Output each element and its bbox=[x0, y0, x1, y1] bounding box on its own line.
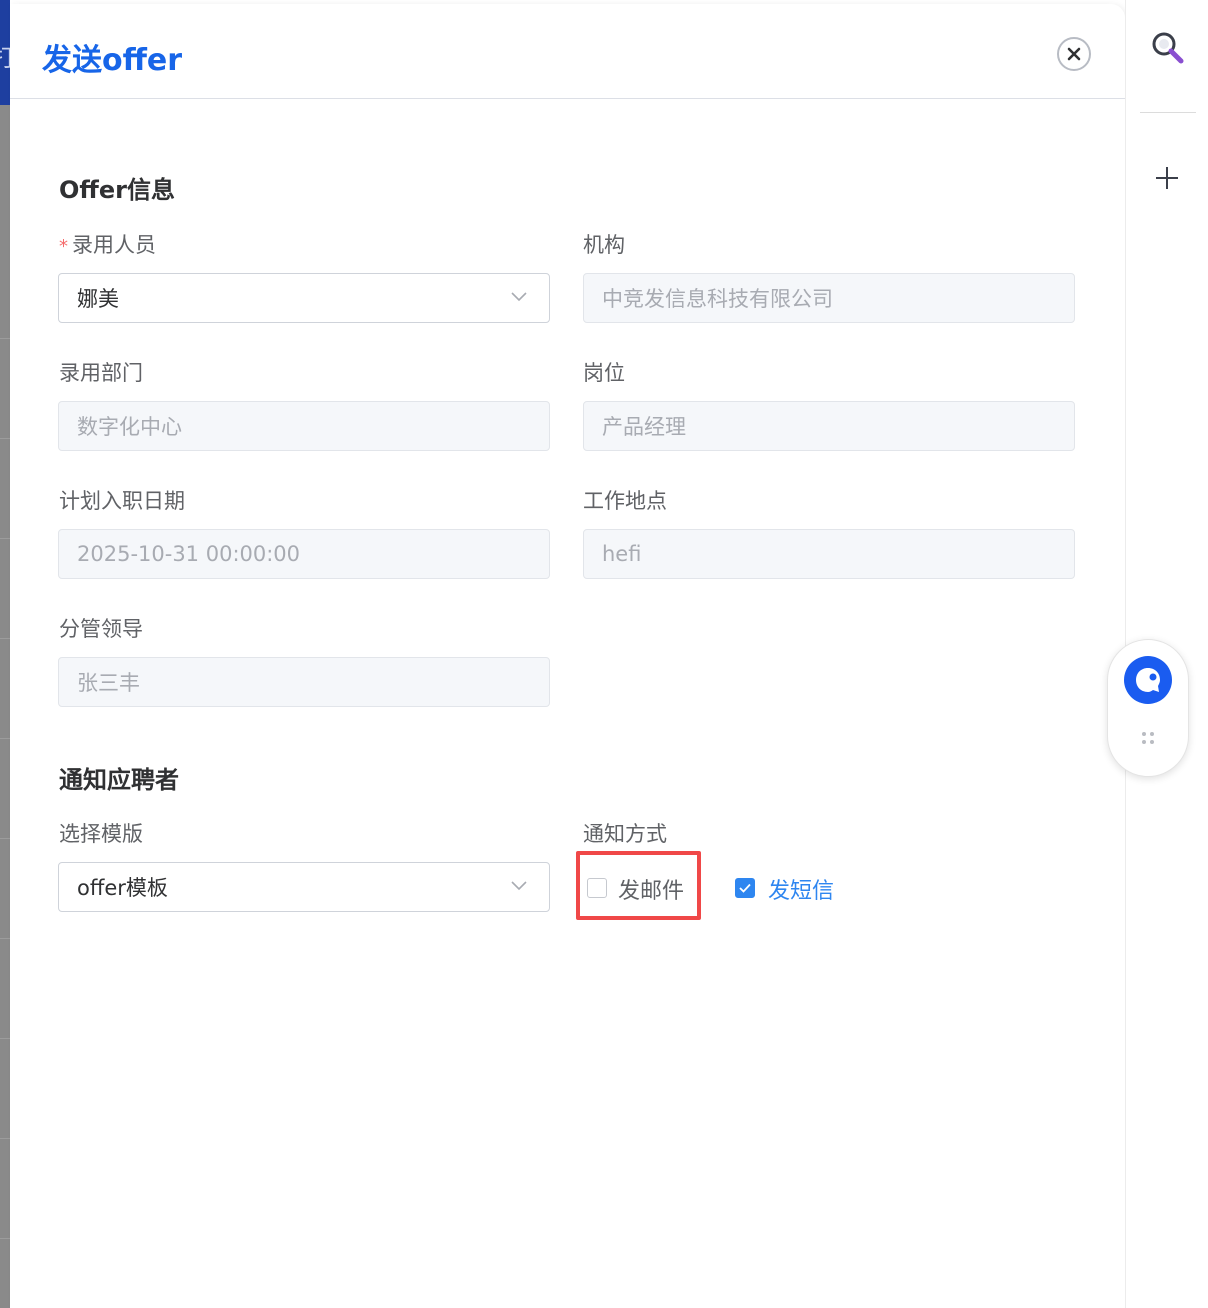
template-label: 选择模版 bbox=[59, 822, 143, 846]
position-field: 产品经理 bbox=[583, 401, 1075, 451]
check-icon bbox=[739, 883, 751, 893]
organization-field: 中竞发信息科技有限公司 bbox=[583, 273, 1075, 323]
drawer-header: 发送offer bbox=[10, 4, 1125, 99]
chevron-down-icon bbox=[511, 292, 527, 302]
background-header-text: 打 bbox=[0, 38, 10, 73]
leader-label: 分管领导 bbox=[59, 617, 143, 641]
offer-section-title: Offer信息 bbox=[59, 176, 175, 204]
hire-person-select[interactable]: 娜美 bbox=[58, 273, 550, 323]
notify-section-title: 通知应聘者 bbox=[59, 766, 179, 794]
notify-method-label: 通知方式 bbox=[583, 822, 667, 846]
organization-value: 中竞发信息科技有限公司 bbox=[602, 287, 833, 311]
background-row-divider bbox=[0, 538, 10, 539]
leader-field: 张三丰 bbox=[58, 657, 550, 707]
email-checkbox-label[interactable]: 发邮件 bbox=[618, 873, 684, 905]
background-row-divider bbox=[0, 338, 10, 339]
background-row-divider bbox=[0, 1238, 10, 1239]
sms-checkbox-label[interactable]: 发短信 bbox=[768, 873, 834, 905]
background-row-divider bbox=[0, 1038, 10, 1039]
background-app-header: 打 bbox=[0, 0, 10, 105]
organization-label: 机构 bbox=[583, 233, 625, 257]
assistant-logo-icon[interactable] bbox=[1124, 656, 1172, 704]
entry-date-label: 计划入职日期 bbox=[59, 489, 185, 513]
background-row-divider bbox=[0, 638, 10, 639]
entry-date-value: 2025-10-31 00:00:00 bbox=[77, 542, 301, 566]
background-row-divider bbox=[0, 438, 10, 439]
chat-bubble-icon bbox=[1136, 668, 1160, 692]
chevron-down-icon bbox=[511, 881, 527, 891]
background-app-edge bbox=[0, 0, 10, 1308]
background-row-divider bbox=[0, 838, 10, 839]
work-location-label: 工作地点 bbox=[583, 489, 667, 513]
search-icon[interactable] bbox=[1150, 30, 1186, 66]
template-value: offer模板 bbox=[77, 876, 168, 900]
close-circle-icon bbox=[1067, 47, 1081, 61]
position-label: 岗位 bbox=[583, 361, 625, 385]
hire-person-value: 娜美 bbox=[77, 287, 119, 311]
send-offer-drawer: 发送offer bbox=[10, 4, 1125, 1308]
required-mark: * bbox=[59, 236, 68, 257]
department-value: 数字化中心 bbox=[77, 415, 182, 439]
leader-value: 张三丰 bbox=[77, 671, 140, 695]
background-row-divider bbox=[0, 1138, 10, 1139]
assistant-widget[interactable] bbox=[1107, 639, 1189, 777]
template-select[interactable]: offer模板 bbox=[58, 862, 550, 912]
toolbar-divider bbox=[1140, 112, 1196, 113]
drag-handle-icon[interactable] bbox=[1142, 732, 1156, 746]
hire-person-label: * 录用人员 bbox=[59, 229, 156, 259]
position-value: 产品经理 bbox=[602, 415, 686, 439]
department-field: 数字化中心 bbox=[58, 401, 550, 451]
email-checkbox[interactable] bbox=[587, 878, 607, 898]
sms-checkbox[interactable] bbox=[735, 878, 755, 898]
work-location-field: hefi bbox=[583, 529, 1075, 579]
close-button[interactable] bbox=[1057, 37, 1091, 71]
background-row-divider bbox=[0, 738, 10, 739]
drawer-title: 发送offer bbox=[42, 43, 183, 78]
plus-icon[interactable] bbox=[1155, 166, 1179, 190]
background-row-divider bbox=[0, 938, 10, 939]
hire-person-label-text: 录用人员 bbox=[72, 233, 156, 257]
department-label: 录用部门 bbox=[59, 361, 143, 385]
work-location-value: hefi bbox=[602, 542, 642, 566]
entry-date-field: 2025-10-31 00:00:00 bbox=[58, 529, 550, 579]
